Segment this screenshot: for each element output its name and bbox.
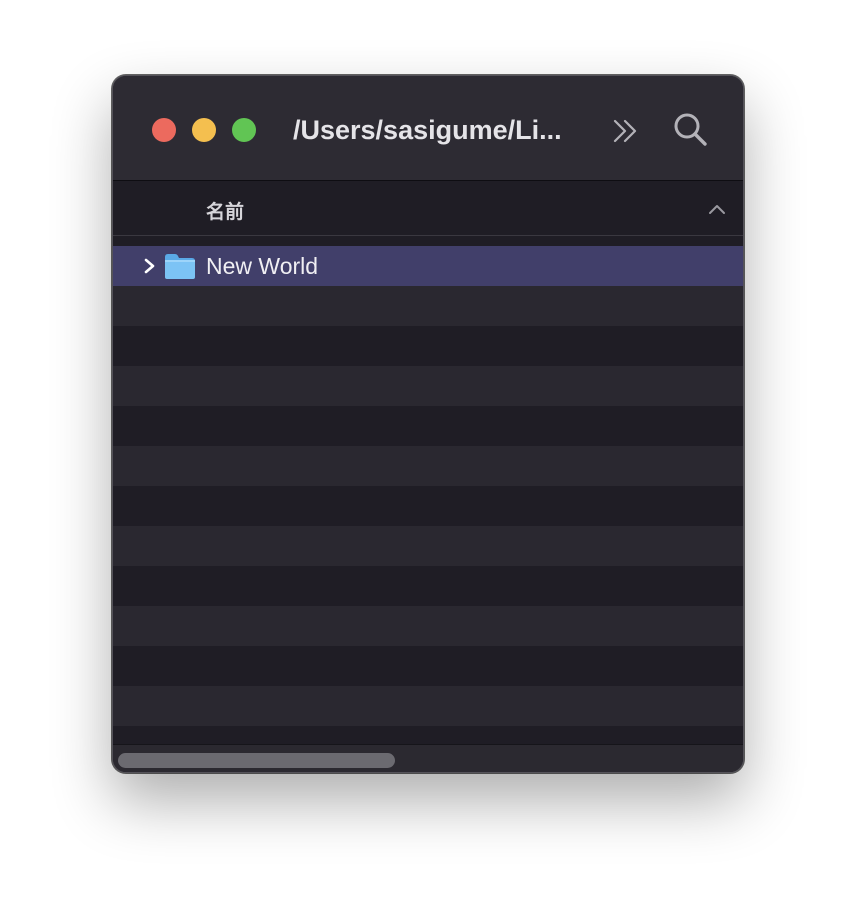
close-button[interactable] [152, 118, 176, 142]
empty-row [113, 526, 743, 566]
empty-row [113, 686, 743, 726]
double-chevron-right-icon [613, 119, 637, 143]
minimize-button[interactable] [192, 118, 216, 142]
window-title: /Users/sasigume/Li... [293, 115, 562, 145]
empty-row [113, 486, 743, 526]
column-header-name[interactable]: 名前 [206, 197, 244, 224]
titlebar: /Users/sasigume/Li... [113, 76, 743, 181]
empty-row [113, 326, 743, 366]
folder-icon [165, 254, 195, 279]
scrollbar-thumb[interactable] [118, 753, 395, 768]
empty-row [113, 646, 743, 686]
file-list: New World [113, 246, 743, 744]
list-item-label: New World [206, 253, 319, 279]
empty-row [113, 446, 743, 486]
search-icon [674, 113, 707, 146]
zoom-button[interactable] [232, 118, 256, 142]
empty-row [113, 286, 743, 326]
horizontal-scrollbar[interactable] [113, 744, 743, 772]
empty-row [113, 726, 743, 744]
search-button[interactable] [671, 110, 709, 148]
chevron-up-icon[interactable] [707, 202, 727, 216]
empty-row [113, 366, 743, 406]
list-column-header[interactable]: 名前 [113, 181, 743, 236]
empty-row [113, 406, 743, 446]
disclosure-triangle-icon[interactable] [143, 257, 157, 275]
finder-window: /Users/sasigume/Li... 名前 New World [112, 75, 744, 773]
empty-row [113, 566, 743, 606]
list-item[interactable]: New World [113, 246, 743, 286]
empty-row [113, 606, 743, 646]
toolbar-overflow-button[interactable] [609, 114, 643, 148]
